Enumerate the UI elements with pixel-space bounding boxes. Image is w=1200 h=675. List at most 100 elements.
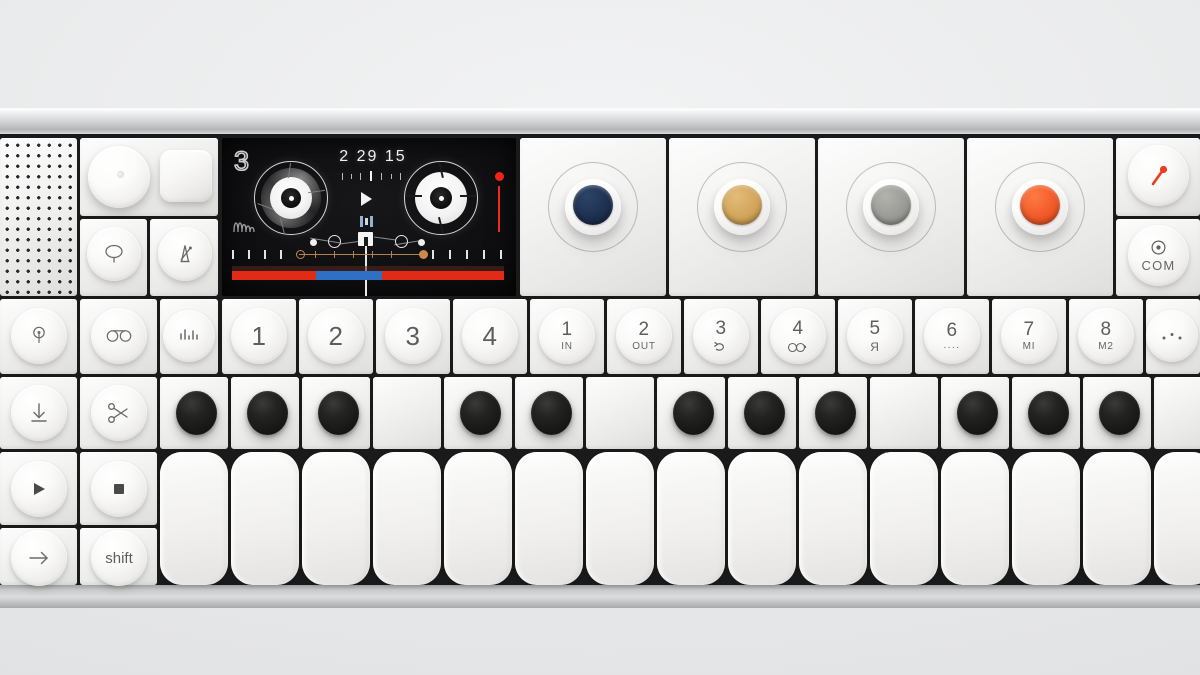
- black-pad-9[interactable]: [957, 391, 998, 435]
- number-key-cell-6: 6 ....: [915, 299, 989, 374]
- pad-cell-10: [1012, 377, 1080, 449]
- black-pad-2[interactable]: [247, 391, 288, 435]
- number-key-5[interactable]: 5 Я: [847, 308, 903, 364]
- encoder-cell-blue: [520, 138, 666, 296]
- arrow-button[interactable]: [11, 530, 67, 586]
- record-indicator-line: [498, 186, 500, 232]
- number-key-cell-1: 1 IN: [530, 299, 604, 374]
- play-button[interactable]: [11, 461, 67, 517]
- encoder-grey[interactable]: [863, 179, 919, 235]
- black-pad-10[interactable]: [1028, 391, 1069, 435]
- black-pad-8[interactable]: [815, 391, 856, 435]
- loop-icon: [713, 341, 729, 353]
- encoder-cap-grey[interactable]: [871, 185, 911, 225]
- sound-key-label: 3: [405, 321, 421, 351]
- black-pad-3[interactable]: [318, 391, 359, 435]
- pad-cell-4: [444, 377, 512, 449]
- arrow-key-cell: [0, 528, 77, 586]
- chassis-bottom-edge: [0, 585, 1200, 608]
- black-pad-1[interactable]: [176, 391, 217, 435]
- sound-key-1[interactable]: 1: [231, 308, 287, 364]
- arrow-right-icon: [26, 549, 52, 567]
- pad-cell-1: [160, 377, 228, 449]
- display-play-icon: [361, 192, 372, 206]
- number-key-7[interactable]: 7 MI: [1001, 308, 1057, 364]
- white-key-12[interactable]: [941, 452, 1009, 585]
- encoder-cap-orange[interactable]: [1020, 185, 1060, 225]
- pointer-knob-cell: [1116, 138, 1200, 216]
- volume-knob[interactable]: [88, 146, 150, 208]
- pad-cell-gap-1: [373, 377, 441, 449]
- white-key-13[interactable]: [1012, 452, 1080, 585]
- tape-button[interactable]: [91, 308, 147, 364]
- pointer-knob[interactable]: [1128, 145, 1189, 206]
- mic-key-cell: [80, 219, 147, 296]
- encoder-cell-orange: [967, 138, 1113, 296]
- sound-key-cell-3: 3: [376, 299, 450, 374]
- number-key-digit: 7: [1023, 319, 1035, 340]
- mic-input-button[interactable]: [87, 227, 141, 281]
- download-arrow-icon: [28, 401, 50, 425]
- white-key-9[interactable]: [728, 452, 796, 585]
- sound-key-3[interactable]: 3: [385, 308, 441, 364]
- number-key-8[interactable]: 8 M2: [1078, 308, 1134, 364]
- number-key-sublabel: Я: [870, 340, 880, 354]
- pad-cell-gap-3: [870, 377, 938, 449]
- tape-guide-ring-1: [328, 235, 341, 248]
- white-key-4[interactable]: [373, 452, 441, 585]
- sound-key-4[interactable]: 4: [462, 308, 518, 364]
- dots-key[interactable]: [1146, 310, 1198, 362]
- number-key-2[interactable]: 2 OUT: [616, 308, 672, 364]
- tape-guide-dot-2: [418, 239, 425, 246]
- cut-button[interactable]: [91, 385, 147, 441]
- black-pad-5[interactable]: [531, 391, 572, 435]
- black-pad-6[interactable]: [673, 391, 714, 435]
- number-key-6[interactable]: 6 ....: [924, 308, 980, 364]
- tape-spool-icon: [787, 341, 809, 353]
- synthesizer-device: 3 2 29 15 COM 1 2 3 4 1 IN 2 OUT 3 4 5 Я…: [0, 108, 1200, 608]
- mic-input-button[interactable]: [11, 308, 67, 364]
- volume-key-cell: [80, 138, 218, 216]
- white-key-11[interactable]: [870, 452, 938, 585]
- blank-soft-button[interactable]: [160, 150, 212, 202]
- number-key-1[interactable]: 1 IN: [539, 308, 595, 364]
- white-key-2[interactable]: [231, 452, 299, 585]
- white-key-1[interactable]: [160, 452, 228, 585]
- number-key-3[interactable]: 3: [693, 308, 749, 364]
- encoder-orange[interactable]: [1012, 179, 1068, 235]
- number-key-4[interactable]: 4: [770, 308, 826, 364]
- stop-button[interactable]: [91, 461, 147, 517]
- black-pad-11[interactable]: [1099, 391, 1140, 435]
- number-key-cell-2: 2 OUT: [607, 299, 681, 374]
- white-key-8[interactable]: [657, 452, 725, 585]
- tape-segment: [316, 271, 382, 280]
- white-key-5[interactable]: [444, 452, 512, 585]
- white-key-6[interactable]: [515, 452, 583, 585]
- mixer-button[interactable]: [163, 310, 215, 362]
- sound-key-cell-4: 4: [453, 299, 527, 374]
- number-key-digit: 2: [638, 319, 650, 340]
- speaker-grille: [0, 138, 77, 296]
- metronome-key-cell: [150, 219, 218, 296]
- white-key-7[interactable]: [586, 452, 654, 585]
- black-pad-7[interactable]: [744, 391, 785, 435]
- number-key-digit: 3: [715, 318, 727, 339]
- pad-cell-gap-2: [586, 377, 654, 449]
- sound-key-2[interactable]: 2: [308, 308, 364, 364]
- com-button[interactable]: COM: [1128, 225, 1189, 286]
- encoder-blue[interactable]: [565, 179, 621, 235]
- white-key-14[interactable]: [1083, 452, 1151, 585]
- number-key-digit: 8: [1100, 319, 1112, 340]
- metronome-button[interactable]: [158, 227, 212, 281]
- com-key-cell: COM: [1116, 219, 1200, 296]
- shift-button[interactable]: shift: [91, 530, 147, 586]
- black-pad-4[interactable]: [460, 391, 501, 435]
- white-key-3[interactable]: [302, 452, 370, 585]
- white-key-10[interactable]: [799, 452, 867, 585]
- encoder-cap-blue[interactable]: [573, 185, 613, 225]
- save-button[interactable]: [11, 385, 67, 441]
- encoder-tan[interactable]: [714, 179, 770, 235]
- encoder-cap-tan[interactable]: [722, 185, 762, 225]
- play-icon: [30, 480, 48, 498]
- white-key-15[interactable]: [1154, 452, 1200, 585]
